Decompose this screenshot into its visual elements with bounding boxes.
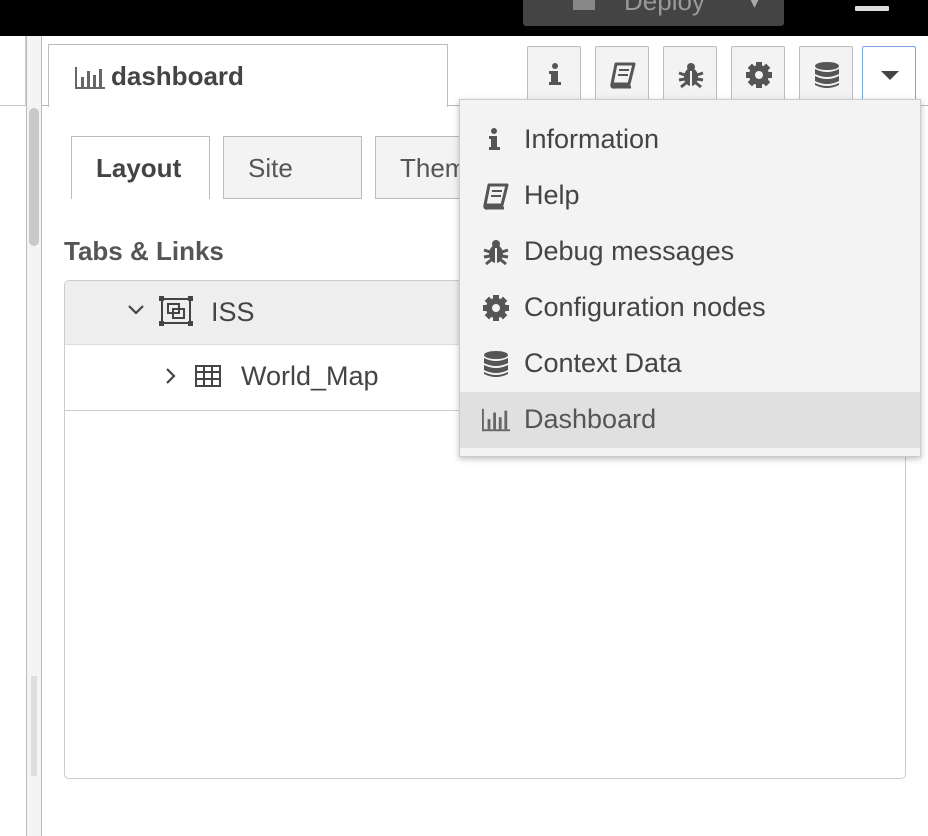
help-button[interactable] — [595, 46, 649, 102]
menu-item-help[interactable]: Help — [460, 168, 920, 224]
menu-item-debug-messages[interactable]: Debug messages — [460, 224, 920, 280]
menu-item-label: Context Data — [524, 348, 682, 378]
sidebar-splitter[interactable] — [26, 36, 42, 836]
sidebar-menu-button[interactable] — [862, 46, 916, 102]
sidebar-tab-dashboard[interactable]: dashboard — [48, 44, 448, 107]
menu-item-dashboard[interactable]: Dashboard — [460, 392, 920, 448]
menu-item-label: Debug messages — [524, 236, 735, 266]
menu-item-label: Help — [524, 180, 580, 210]
caret-down-icon — [881, 71, 899, 80]
sidebar-tab-label: dashboard — [111, 61, 244, 91]
bug-icon — [678, 63, 704, 89]
menu-item-context-data[interactable]: Context Data — [460, 336, 920, 392]
tab-label: Them — [400, 153, 467, 183]
menu-item-label: Configuration nodes — [524, 292, 766, 322]
menu-item-information[interactable]: Information — [460, 112, 920, 168]
info-icon — [489, 128, 500, 150]
info-button[interactable] — [527, 46, 581, 102]
tree-item-label: World_Map — [241, 361, 379, 391]
workspace-edge — [0, 36, 26, 106]
deploy-label: Deploy — [624, 0, 705, 16]
tab-site[interactable]: Site — [223, 136, 362, 199]
context-button[interactable] — [799, 46, 853, 102]
chevron-right-icon[interactable] — [161, 367, 179, 385]
gear-icon — [746, 62, 772, 88]
config-button[interactable] — [731, 46, 785, 102]
tab-label: Layout — [96, 153, 182, 183]
tab-label: Site — [248, 153, 293, 183]
info-icon — [549, 63, 561, 85]
splitter-handle[interactable] — [31, 676, 37, 776]
tab-layout[interactable]: Layout — [71, 136, 210, 199]
tree-group-label: ISS — [211, 297, 255, 327]
menu-item-configuration-nodes[interactable]: Configuration nodes — [460, 280, 920, 336]
sidebar-dropdown-menu: Information Help Debug messages Configur… — [459, 99, 921, 457]
tab-group-icon — [159, 296, 193, 326]
bar-chart-icon — [482, 408, 510, 432]
database-icon — [815, 62, 839, 88]
menu-item-label: Information — [524, 124, 660, 154]
database-icon — [484, 351, 508, 377]
book-icon — [610, 62, 636, 89]
gear-icon — [483, 295, 509, 321]
table-icon — [195, 365, 221, 387]
book-icon — [483, 183, 509, 210]
menu-item-label: Dashboard — [524, 404, 657, 434]
chevron-down-icon[interactable]: ▾ — [749, 0, 760, 14]
deploy-icon — [549, 0, 595, 16]
bug-icon — [483, 240, 509, 266]
bar-chart-icon — [75, 67, 105, 89]
scrollbar-thumb[interactable] — [29, 108, 39, 246]
debug-button[interactable] — [663, 46, 717, 102]
deploy-button[interactable]: Deploy ▾ — [523, 0, 784, 26]
sidebar-header: dashboard — [42, 36, 928, 107]
app-header: Deploy ▾ — [0, 0, 928, 36]
chevron-down-icon[interactable] — [127, 301, 145, 319]
main-menu-icon[interactable] — [855, 6, 889, 11]
section-title: Tabs & Links — [64, 236, 224, 266]
